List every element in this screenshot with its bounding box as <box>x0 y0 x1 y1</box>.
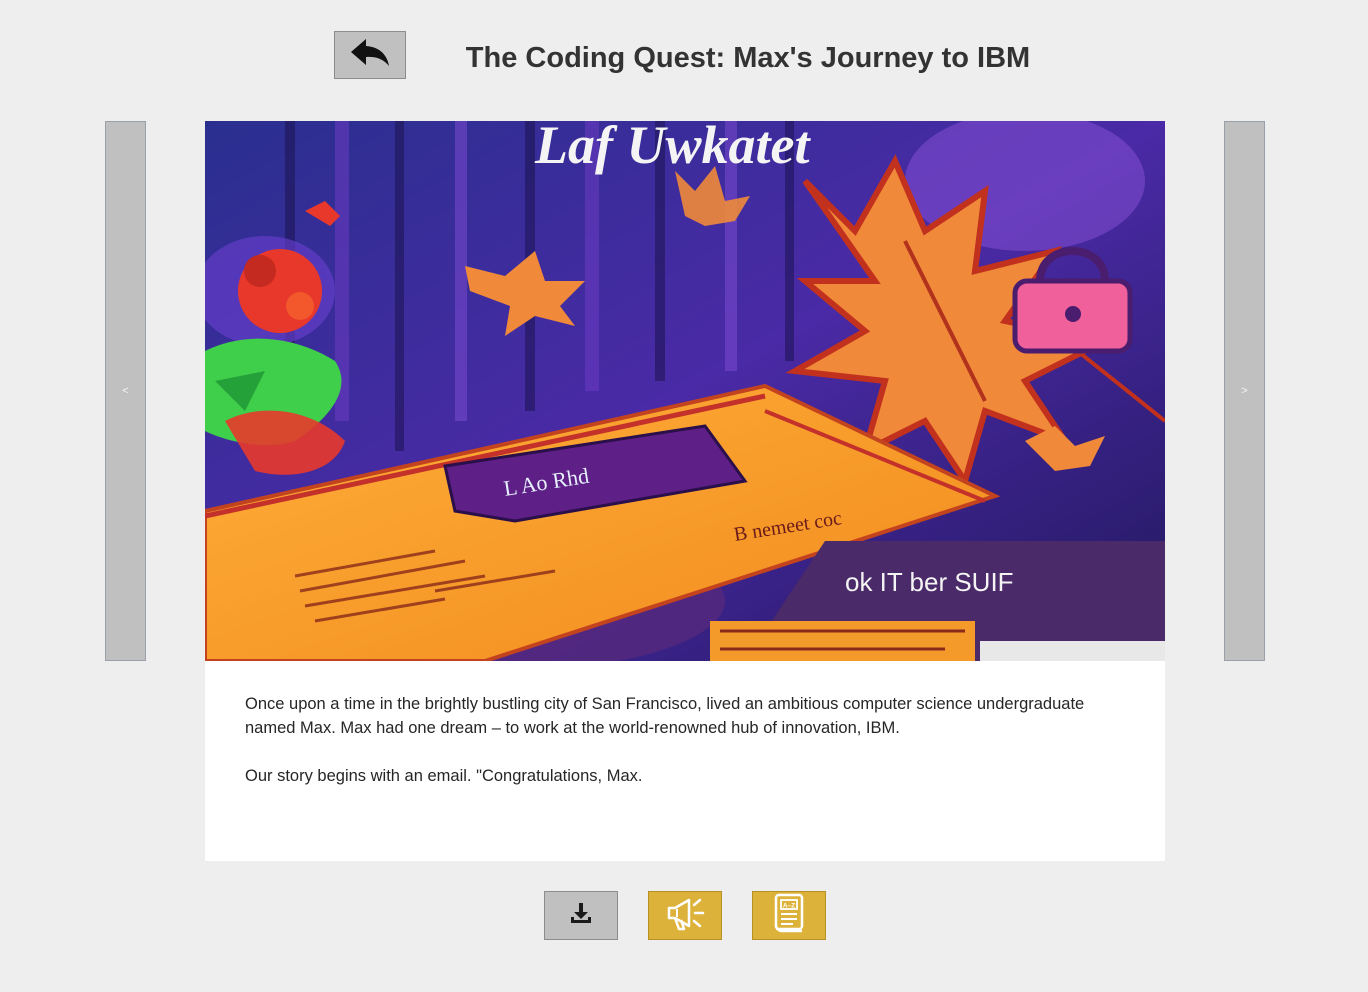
story-card: Laf Uwkatet L Ao Rhd B nemeet coc ok IT … <box>205 121 1165 861</box>
read-aloud-button[interactable] <box>648 891 722 940</box>
back-button[interactable] <box>334 31 406 79</box>
next-page-label: > <box>1241 385 1248 397</box>
story-illustration: Laf Uwkatet L Ao Rhd B nemeet coc ok IT … <box>205 121 1165 661</box>
illustration-lower-text: ok IT ber SUIF <box>845 567 1014 597</box>
back-arrow-icon <box>348 37 392 74</box>
story-page: The Coding Quest: Max's Journey to IBM <… <box>0 0 1368 992</box>
download-button[interactable] <box>544 891 618 940</box>
illustration-headline: Laf Uwkatet <box>534 121 811 175</box>
story-text: Once upon a time in the brightly bustlin… <box>245 692 1125 812</box>
page-title: The Coding Quest: Max's Journey to IBM <box>465 42 1031 74</box>
next-page-button[interactable]: > <box>1224 121 1265 661</box>
previous-page-button[interactable]: < <box>105 121 146 661</box>
glossary-button[interactable]: A–Z <box>752 891 826 940</box>
story-paragraph-2: Our story begins with an email. "Congrat… <box>245 767 643 785</box>
svg-text:A–Z: A–Z <box>783 903 795 910</box>
story-paragraph-1: Once upon a time in the brightly bustlin… <box>245 695 1085 737</box>
megaphone-icon <box>663 893 707 938</box>
download-icon <box>568 900 594 931</box>
previous-page-label: < <box>122 385 129 397</box>
glossary-book-icon: A–Z <box>771 892 807 939</box>
